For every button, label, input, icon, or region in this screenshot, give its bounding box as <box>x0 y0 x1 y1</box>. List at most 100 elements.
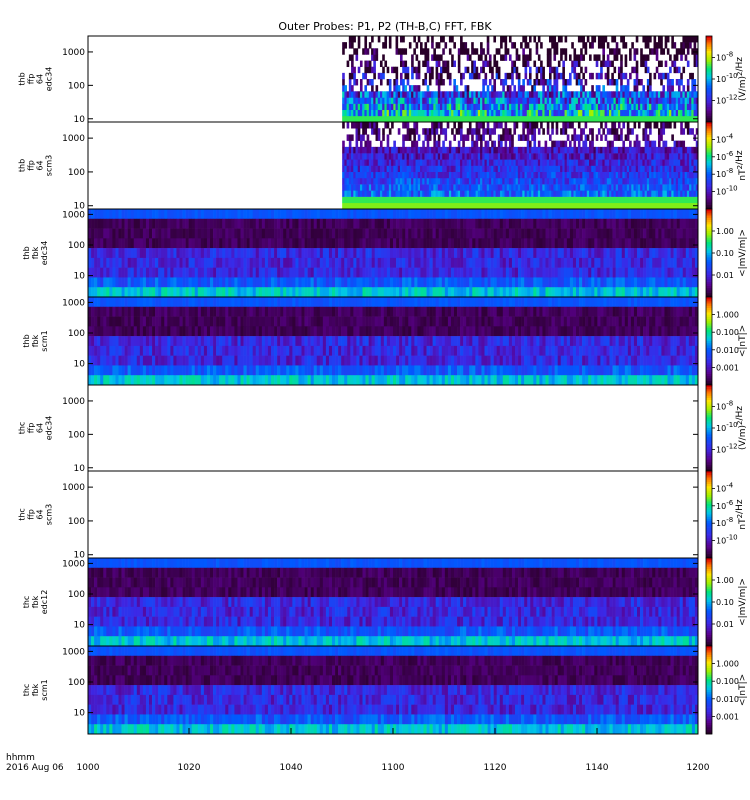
spectrogram-cell <box>486 97 490 104</box>
spectrogram-cell <box>513 42 517 49</box>
spectrogram-cell <box>362 128 365 135</box>
spectrogram-cell <box>564 48 568 55</box>
spectrogram-cell <box>136 277 141 288</box>
spectrogram-cell <box>447 218 452 229</box>
spectrogram-cell <box>280 238 284 249</box>
spectrogram-cell <box>383 248 388 259</box>
spectrogram-cell <box>642 109 646 117</box>
spectrogram-cell <box>597 103 601 111</box>
spectrogram-cell <box>428 109 432 117</box>
spectrogram-cell <box>524 159 528 166</box>
spectrogram-cell <box>249 228 253 239</box>
spectrogram-cell <box>292 277 296 288</box>
spectrogram-cell <box>575 165 579 173</box>
spectrogram-cell <box>666 36 670 43</box>
spectrogram-cell <box>413 97 416 104</box>
spectrogram-cell <box>435 115 439 123</box>
spectrogram-cell <box>542 202 545 210</box>
spectrogram-cell <box>582 109 585 117</box>
spectrogram-cell <box>615 109 619 117</box>
colorbar-segment <box>706 141 712 145</box>
spectrogram-cell <box>626 91 630 98</box>
spectrogram-cell <box>164 209 168 220</box>
spectrogram-cell <box>637 115 641 123</box>
spectrogram-cell <box>531 177 534 185</box>
spectrogram-cell <box>182 209 186 220</box>
spectrogram-cell <box>555 42 559 49</box>
spectrogram-cell <box>133 218 138 229</box>
spectrogram-cell <box>100 228 104 239</box>
spectrogram-cell <box>490 257 494 268</box>
spectrogram-cell <box>413 128 416 135</box>
spectrogram-cell <box>379 72 383 80</box>
spectrogram-cell <box>685 238 690 249</box>
spectrogram-cell <box>402 218 406 229</box>
spectrogram-cell <box>643 267 647 278</box>
spectrogram-cell <box>615 228 619 239</box>
spectrogram-cell <box>464 177 468 185</box>
spectrogram-cell <box>620 66 623 74</box>
spectrogram-cell <box>684 54 688 61</box>
spectrogram-cell <box>660 196 663 204</box>
spectrogram-cell <box>347 248 351 259</box>
colorbar-segment <box>706 178 712 182</box>
spectrogram-cell <box>428 134 432 141</box>
spectrogram-cell <box>457 109 461 117</box>
spectrogram-cell <box>351 66 354 74</box>
spectrogram-cell <box>491 115 494 123</box>
colorbar-segment <box>706 42 712 45</box>
spectrogram-cell <box>356 248 360 259</box>
spectrogram-cell <box>237 228 241 239</box>
spectrogram-cell <box>453 196 456 204</box>
spectrogram-cell <box>332 228 336 239</box>
spectrogram-cell <box>491 171 494 179</box>
spectrogram-cell <box>396 248 400 259</box>
spectrogram-cell <box>595 60 599 68</box>
spectrogram-cell <box>682 171 686 179</box>
spectrogram-cell <box>446 91 450 98</box>
spectrogram-cell <box>682 218 687 229</box>
spectrogram-cell <box>508 190 512 197</box>
spectrogram-cell <box>496 248 501 259</box>
spectrogram-cell <box>258 248 263 259</box>
spectrogram-cell <box>530 228 534 239</box>
spectrogram-cell <box>472 228 476 239</box>
spectrogram-cell <box>597 72 601 80</box>
spectrogram-cell <box>502 177 505 185</box>
spectrogram-cell <box>446 159 450 166</box>
spectrogram-cell <box>521 248 525 259</box>
spectrogram-cell <box>580 48 583 55</box>
spectrogram-cell <box>176 277 180 288</box>
spectrogram-cell <box>431 36 434 43</box>
spectrogram-cell <box>255 248 260 259</box>
spectrogram-cell <box>362 153 365 160</box>
spectrogram-cell <box>351 122 354 129</box>
spectrogram-cell <box>560 202 563 210</box>
spectrogram-cell <box>576 257 580 268</box>
spectrogram-cell <box>671 165 674 173</box>
spectrogram-cell <box>231 257 235 268</box>
spectrogram-cell <box>655 165 659 173</box>
spectrogram-cell <box>435 159 439 166</box>
spectrogram-cell <box>661 248 665 259</box>
spectrogram-cell <box>579 209 583 220</box>
spectrogram-cell <box>406 196 410 204</box>
spectrogram-cell <box>417 85 421 92</box>
spectrogram-cell <box>575 202 579 210</box>
spectrogram-cell <box>442 79 445 86</box>
spectrogram-cell <box>446 153 450 160</box>
spectrogram-cell <box>542 103 545 111</box>
spectrogram-cell <box>475 171 479 179</box>
spectrogram-cell <box>515 228 519 239</box>
spectrogram-cell <box>511 209 516 220</box>
spectrogram-cell <box>577 122 581 129</box>
spectrogram-cell <box>486 122 490 129</box>
spectrogram-cell <box>423 238 427 249</box>
spectrogram-cell <box>346 171 350 179</box>
spectrogram-cell <box>357 66 361 74</box>
spectrogram-cell <box>216 238 220 249</box>
spectrogram-cell <box>377 267 382 278</box>
spectrogram-figure: Outer Probes: P1, P2 (TH-B,C) FFT, FBK 1… <box>6 20 748 773</box>
spectrogram-cell <box>435 248 440 259</box>
spectrogram-cell <box>428 115 432 123</box>
